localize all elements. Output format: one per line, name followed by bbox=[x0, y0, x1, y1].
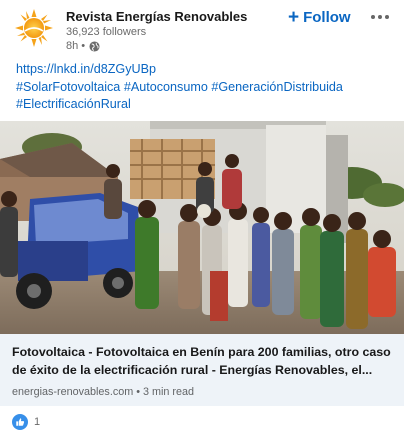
article-title-line-2: de éxito de la electrificación rural - E… bbox=[12, 363, 373, 377]
article-photo bbox=[0, 121, 404, 334]
actor-name[interactable]: Revista Energías Renovables bbox=[66, 8, 247, 25]
follower-count: 36,923 followers bbox=[66, 26, 147, 38]
hashtag-generaciondistribuida[interactable]: #GeneraciónDistribuida bbox=[211, 80, 343, 94]
like-reaction-icon bbox=[12, 414, 28, 430]
hashtag-electrificacionrural[interactable]: #ElectrificaciónRural bbox=[16, 97, 131, 111]
feed-post: Revista Energías Renovables 36,923 follo… bbox=[0, 0, 404, 438]
post-header: Revista Energías Renovables 36,923 follo… bbox=[12, 4, 392, 56]
globe-icon bbox=[89, 40, 100, 52]
post-commentary: https://lnkd.in/d8ZGyUBp #SolarFotovolta… bbox=[16, 61, 396, 114]
hashtag-autoconsumo[interactable]: #Autoconsumo bbox=[124, 80, 208, 94]
article-meta: energias-renovables.com • 3 min read bbox=[12, 386, 195, 398]
reaction-count[interactable]: 1 bbox=[34, 416, 40, 428]
article-title[interactable]: Fotovoltaica - Fotovoltaica en Benín par… bbox=[12, 343, 392, 379]
follow-label: Follow bbox=[303, 8, 351, 26]
actor-info[interactable]: Revista Energías Renovables 36,923 follo… bbox=[66, 8, 247, 53]
hashtag-solarfotovoltaica[interactable]: #SolarFotovoltaica bbox=[16, 80, 120, 94]
more-horizontal-icon bbox=[371, 15, 375, 19]
article-title-line-1: Fotovoltaica - Fotovoltaica en Benín par… bbox=[12, 345, 391, 359]
follow-button[interactable]: + Follow bbox=[288, 6, 351, 28]
post-link[interactable]: https://lnkd.in/d8ZGyUBp bbox=[16, 62, 156, 76]
plus-icon: + bbox=[288, 6, 300, 28]
social-counts[interactable]: 1 bbox=[12, 412, 40, 432]
more-options-button[interactable] bbox=[368, 6, 392, 28]
company-logo[interactable] bbox=[14, 8, 54, 48]
post-time: 8h • bbox=[66, 39, 247, 53]
article-preview[interactable]: Fotovoltaica - Fotovoltaica en Benín par… bbox=[0, 334, 404, 406]
article-image[interactable] bbox=[0, 121, 404, 334]
post-age: 8h • bbox=[66, 40, 86, 52]
